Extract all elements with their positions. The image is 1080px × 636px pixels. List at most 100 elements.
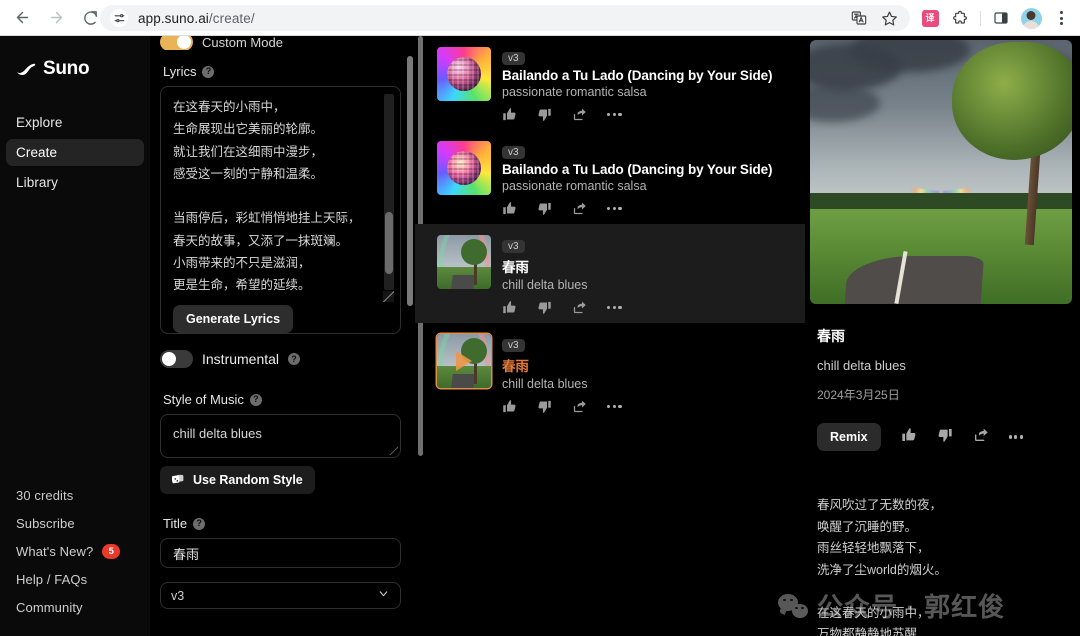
share-icon[interactable]: [973, 427, 989, 448]
sidebar-item-explore[interactable]: Explore: [6, 109, 144, 136]
song-title[interactable]: Bailando a Tu Lado (Dancing by Your Side…: [502, 162, 791, 177]
song-list-item[interactable]: v3 春雨 chill delta blues: [415, 224, 805, 323]
star-icon[interactable]: [881, 10, 898, 27]
instrumental-label: Instrumental: [202, 351, 280, 367]
song-actions: [502, 399, 791, 414]
back-arrow-icon[interactable]: [8, 4, 36, 32]
lyrics-label-row: Lyrics ?: [163, 64, 401, 79]
page-content: Suno Explore Create Library 30 credits S…: [0, 36, 1080, 636]
song-meta: v3 Bailando a Tu Lado (Dancing by Your S…: [502, 141, 791, 216]
puzzle-icon[interactable]: [947, 5, 973, 31]
form-panel-scrollbar[interactable]: [407, 44, 413, 344]
use-random-style-button[interactable]: Use Random Style: [160, 466, 315, 494]
title-input[interactable]: 春雨: [160, 538, 401, 568]
suno-logo-icon: [16, 61, 36, 78]
browser-window: app.suno.ai/create/ 译 Suno Explore Creat…: [0, 0, 1080, 636]
lyrics-label: Lyrics: [163, 64, 197, 79]
thumbs-up-icon[interactable]: [502, 201, 517, 216]
more-dots-icon[interactable]: [607, 404, 622, 409]
song-list-item[interactable]: v3 Bailando a Tu Lado (Dancing by Your S…: [415, 130, 805, 224]
credits-label: 30 credits: [16, 488, 74, 503]
thumbs-down-icon[interactable]: [537, 399, 552, 414]
sidebar-nav: Explore Create Library: [0, 109, 150, 196]
thumbs-up-icon[interactable]: [901, 427, 917, 448]
custom-mode-row: Custom Mode: [160, 36, 401, 50]
play-icon[interactable]: [456, 351, 472, 371]
sidebar-item-create[interactable]: Create: [6, 139, 144, 166]
browser-toolbar: app.suno.ai/create/ 译: [0, 0, 1080, 36]
profile-avatar[interactable]: [1018, 5, 1044, 31]
version-badge: v3: [502, 339, 525, 352]
remix-button[interactable]: Remix: [817, 423, 881, 451]
help-icon[interactable]: ?: [249, 393, 262, 406]
community-link[interactable]: Community: [16, 600, 150, 615]
instrumental-toggle[interactable]: [160, 350, 193, 368]
forward-arrow-icon[interactable]: [42, 4, 70, 32]
more-dots-icon[interactable]: [607, 112, 622, 117]
whats-new-badge: 5: [102, 544, 121, 559]
brand-logo[interactable]: Suno: [0, 54, 150, 84]
share-icon[interactable]: [572, 201, 587, 216]
cover-art[interactable]: [809, 40, 1072, 304]
form-panel-scrollbar-thumb[interactable]: [407, 56, 413, 306]
detail-title: 春雨: [817, 328, 845, 344]
song-title[interactable]: 春雨: [502, 256, 791, 276]
help-faqs-link[interactable]: Help / FAQs: [16, 572, 150, 587]
sidebar: Suno Explore Create Library 30 credits S…: [0, 36, 150, 636]
style-resize-grip[interactable]: [389, 446, 398, 455]
song-title[interactable]: 春雨: [502, 355, 791, 375]
song-title[interactable]: Bailando a Tu Lado (Dancing by Your Side…: [502, 68, 791, 83]
more-dots-icon[interactable]: [607, 206, 622, 211]
thumbs-down-icon[interactable]: [537, 107, 552, 122]
thumbs-up-icon[interactable]: [502, 300, 517, 315]
whats-new-link[interactable]: What's New? 5: [16, 544, 150, 559]
style-of-music-value: chill delta blues: [173, 426, 262, 441]
translate-icon[interactable]: [851, 10, 867, 26]
translate-extension-icon[interactable]: 译: [917, 5, 943, 31]
song-artwork[interactable]: [437, 235, 491, 289]
thumbs-up-icon[interactable]: [502, 107, 517, 122]
song-actions: [502, 300, 791, 315]
detail-style: chill delta blues: [817, 358, 906, 373]
generate-lyrics-button[interactable]: Generate Lyrics: [173, 305, 294, 333]
help-icon[interactable]: ?: [202, 65, 215, 78]
share-icon[interactable]: [572, 399, 587, 414]
version-select[interactable]: v3: [160, 582, 401, 609]
sidebar-item-library[interactable]: Library: [6, 169, 144, 196]
song-list-item[interactable]: v3 Bailando a Tu Lado (Dancing by Your S…: [415, 36, 805, 130]
lyrics-resize-grip[interactable]: [383, 291, 394, 302]
style-of-music-input[interactable]: chill delta blues: [160, 414, 401, 458]
thumbs-up-icon[interactable]: [502, 399, 517, 414]
lyrics-scroll-area: 在这春天的小雨中， 生命展现出它美丽的轮廓。 就让我们在这细雨中漫步， 感受这一…: [173, 96, 392, 296]
kebab-menu-icon[interactable]: [1048, 5, 1074, 31]
subscribe-link[interactable]: Subscribe: [16, 516, 150, 531]
song-artwork[interactable]: [437, 47, 491, 101]
detail-date: 2024年3月25日: [817, 388, 900, 402]
thumbs-down-icon[interactable]: [537, 201, 552, 216]
more-dots-icon[interactable]: [607, 305, 622, 310]
song-style: passionate romantic salsa: [502, 85, 647, 99]
thumbs-down-icon[interactable]: [937, 427, 953, 448]
lyrics-textarea[interactable]: 在这春天的小雨中， 生命展现出它美丽的轮廓。 就让我们在这细雨中漫步， 感受这一…: [160, 86, 401, 334]
share-icon[interactable]: [572, 107, 587, 122]
share-icon[interactable]: [572, 300, 587, 315]
chevron-down-icon: [377, 587, 390, 605]
song-list-item[interactable]: v3 春雨 chill delta blues: [415, 323, 805, 422]
address-bar[interactable]: app.suno.ai/create/: [100, 5, 910, 31]
lyrics-scrollbar-thumb[interactable]: [385, 212, 393, 274]
help-icon[interactable]: ?: [193, 517, 206, 530]
lyrics-scrollbar[interactable]: [384, 94, 394, 290]
more-dots-icon[interactable]: [1008, 435, 1024, 439]
detail-actions: Remix: [817, 423, 1072, 451]
thumbs-down-icon[interactable]: [537, 300, 552, 315]
title-label-row: Title ?: [163, 516, 401, 531]
version-badge: v3: [502, 52, 525, 65]
help-icon[interactable]: ?: [288, 353, 301, 365]
tune-icon[interactable]: [110, 9, 128, 27]
custom-mode-toggle[interactable]: [160, 36, 193, 50]
song-artwork[interactable]: [437, 141, 491, 195]
side-panel-icon[interactable]: [988, 5, 1014, 31]
song-artwork[interactable]: [437, 334, 491, 388]
dice-icon: [171, 473, 185, 487]
detail-lyrics: 春风吹过了无数的夜， 唤醒了沉睡的野。 雨丝轻轻地飘落下， 洗净了尘world的…: [817, 498, 947, 636]
